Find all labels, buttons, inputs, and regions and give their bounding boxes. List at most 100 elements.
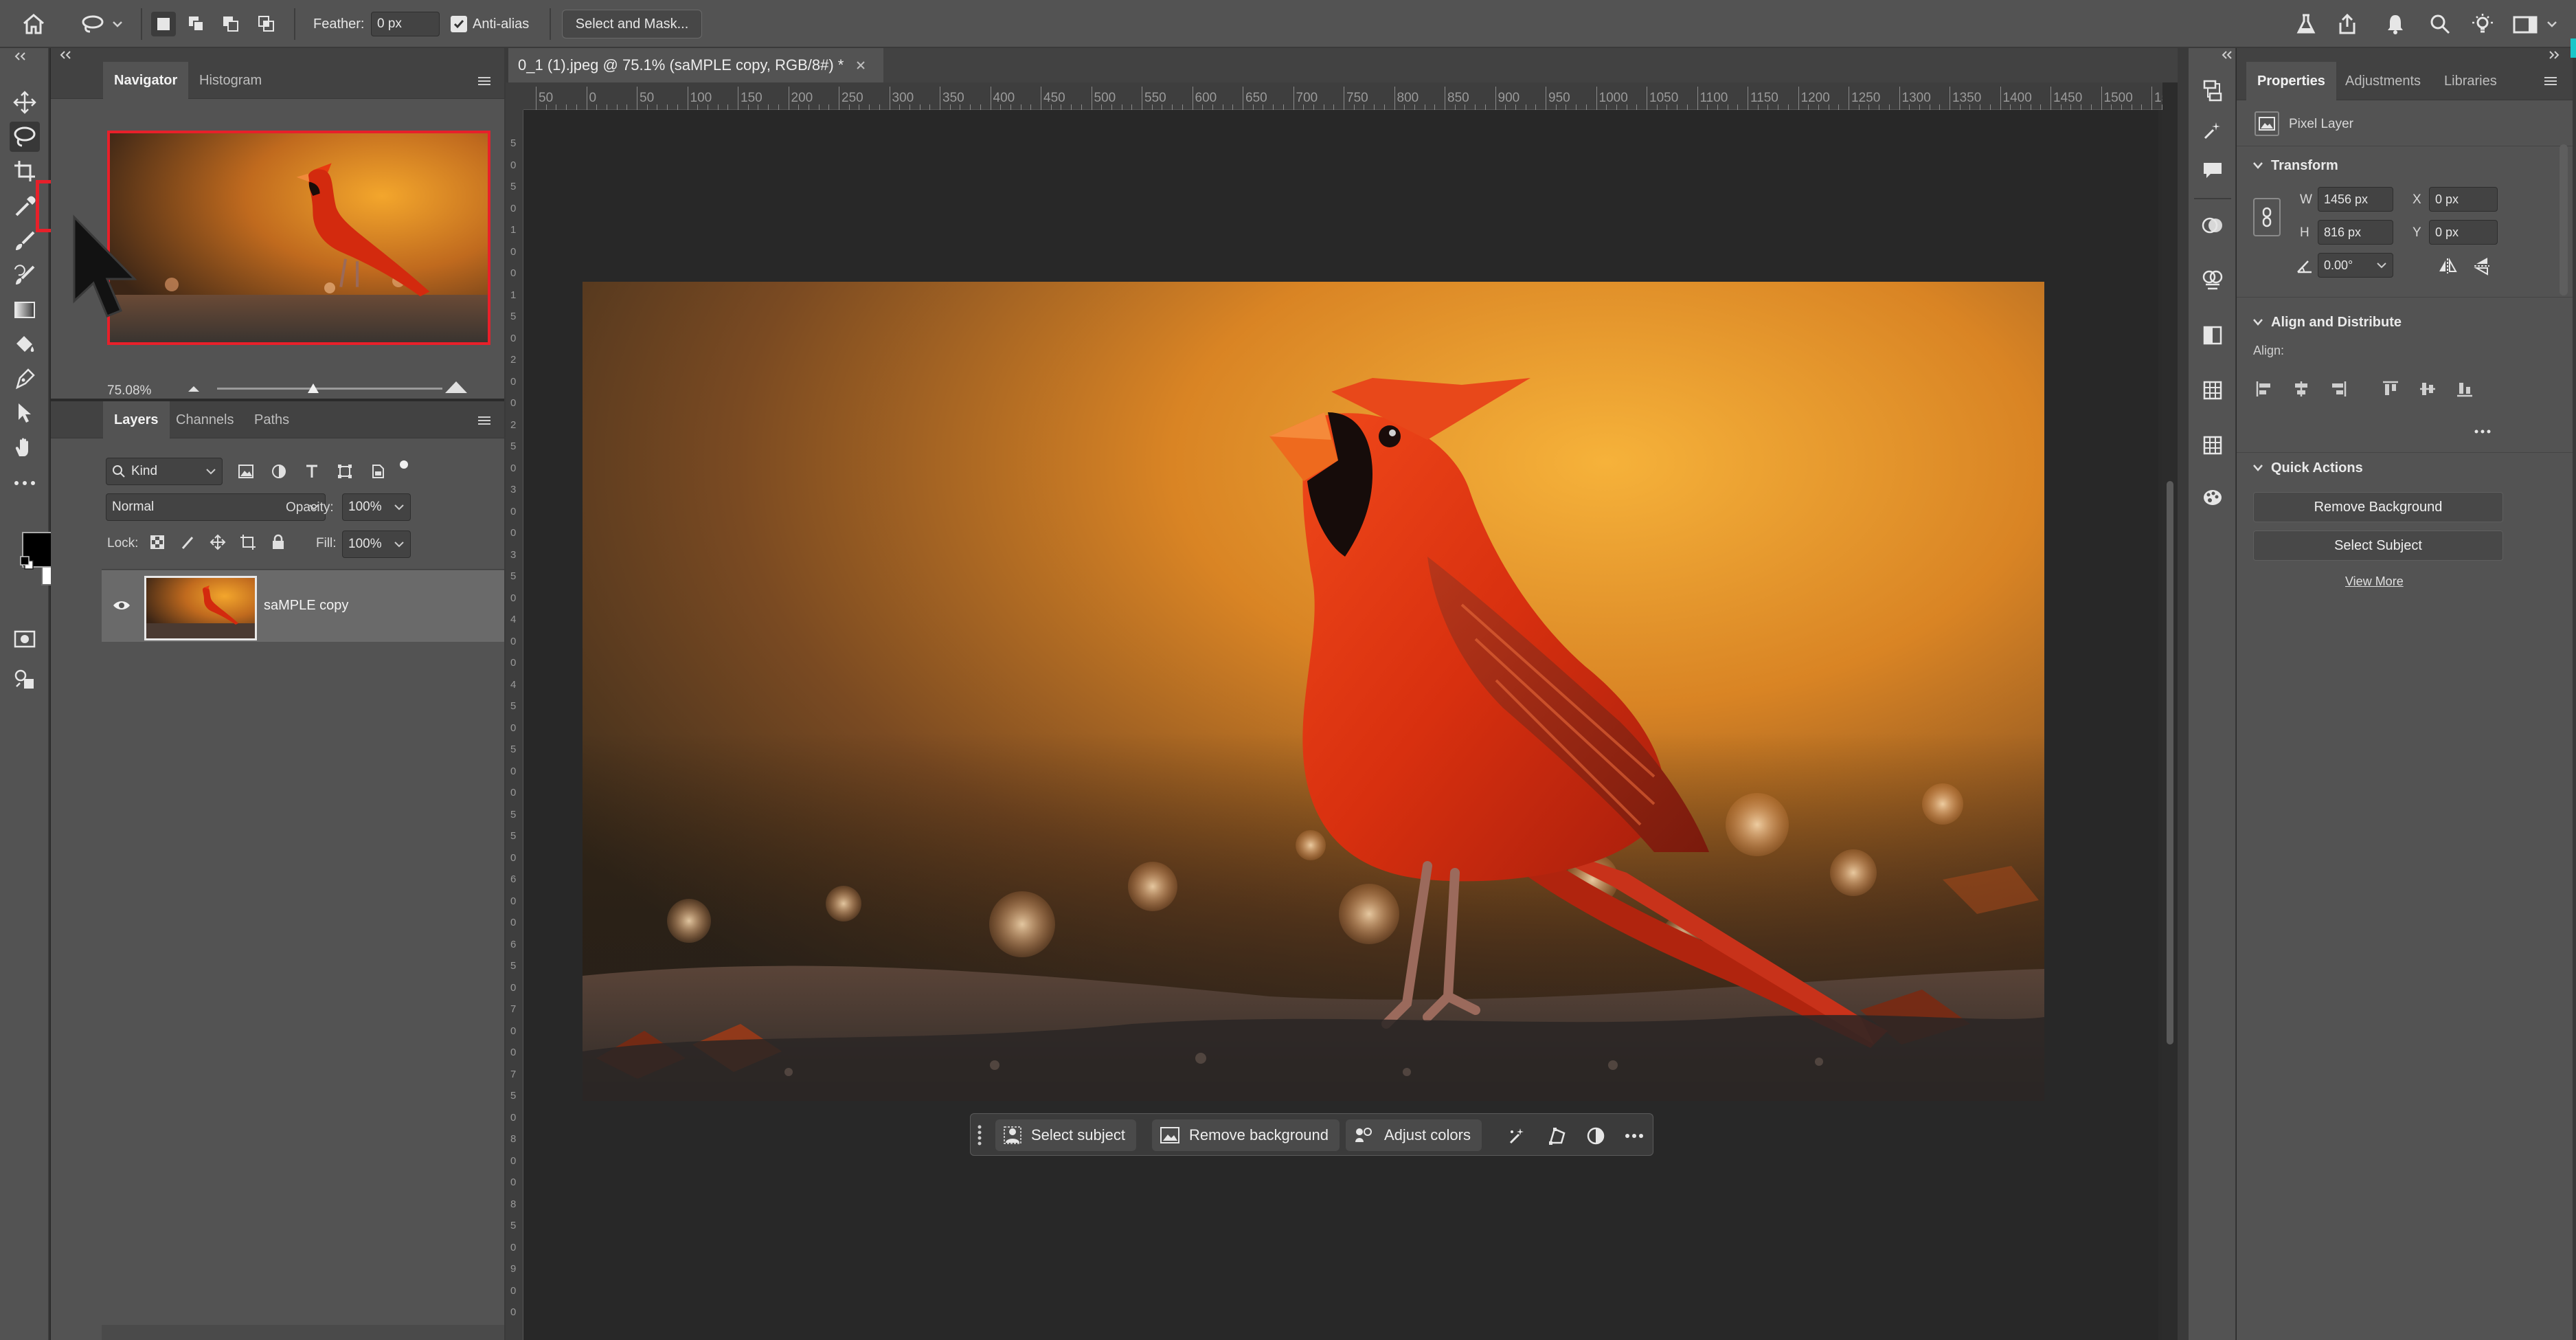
zoom-out-icon[interactable] <box>185 383 202 394</box>
lock-position-icon[interactable] <box>207 532 228 552</box>
x-input[interactable]: 0 px <box>2429 187 2498 212</box>
history-panel-icon[interactable] <box>2197 76 2228 106</box>
notifications-bell-icon[interactable] <box>2380 10 2410 38</box>
fill-bucket-tool-icon[interactable] <box>10 329 40 359</box>
opacity-input[interactable]: 100% <box>342 493 411 521</box>
fill-input[interactable]: 100% <box>342 531 411 558</box>
discover-lightbulb-icon[interactable] <box>2467 10 2498 38</box>
panel-menu-icon[interactable] <box>477 415 492 426</box>
hand-tool-icon[interactable] <box>10 432 40 462</box>
navigator-thumbnail[interactable] <box>107 131 490 345</box>
close-icon[interactable] <box>856 60 866 70</box>
navigator-zoom-value[interactable]: 75.08% <box>107 383 151 399</box>
filter-smart-objects-icon[interactable] <box>367 460 389 482</box>
gradient-tool-icon[interactable] <box>10 295 40 325</box>
align-section-title[interactable]: Align and Distribute <box>2271 315 2402 331</box>
move-tool-icon[interactable] <box>10 87 40 118</box>
pen-tool-icon[interactable] <box>10 364 40 394</box>
layer-filter-kind-select[interactable]: Kind <box>106 458 223 485</box>
visibility-eye-icon[interactable] <box>111 596 132 614</box>
flip-horizontal-icon[interactable] <box>2436 254 2459 278</box>
expand-panels-icon[interactable] <box>2220 49 2234 60</box>
panel-menu-icon[interactable] <box>477 76 492 87</box>
filter-toggle-icon[interactable] <box>396 456 412 473</box>
feather-input[interactable]: 0 px <box>371 12 440 36</box>
tab-channels[interactable]: Channels <box>165 401 245 438</box>
align-horizontal-centers-icon[interactable] <box>2289 377 2314 401</box>
filter-adjustment-layers-icon[interactable] <box>268 460 290 482</box>
lock-image-pixels-icon[interactable] <box>177 532 198 552</box>
mask-icon[interactable] <box>1583 1124 1608 1148</box>
lock-artboard-icon[interactable] <box>238 532 258 552</box>
lock-all-icon[interactable] <box>268 532 289 552</box>
styles-panel-icon[interactable] <box>2197 482 2228 513</box>
align-vertical-centers-icon[interactable] <box>2415 377 2440 401</box>
select-subject-button[interactable]: Select Subject <box>2253 531 2503 561</box>
search-icon[interactable] <box>2425 10 2455 38</box>
generative-fill-icon[interactable] <box>1504 1124 1528 1148</box>
comments-panel-icon[interactable] <box>2197 155 2228 186</box>
lasso-tool-preset-icon[interactable] <box>77 11 125 37</box>
tab-layers[interactable]: Layers <box>103 401 170 438</box>
lock-transparent-pixels-icon[interactable] <box>147 532 168 552</box>
tab-properties[interactable]: Properties <box>2246 62 2336 100</box>
document-image[interactable] <box>583 282 2044 1101</box>
zoom-in-icon[interactable] <box>444 379 468 394</box>
intersect-selection-icon[interactable] <box>254 12 279 36</box>
tab-adjustments[interactable]: Adjustments <box>2334 62 2432 100</box>
tab-paths[interactable]: Paths <box>243 401 300 438</box>
lasso-tool-icon[interactable] <box>10 122 40 152</box>
home-icon[interactable] <box>21 11 47 37</box>
select-and-mask-button[interactable]: Select and Mask... <box>562 10 702 38</box>
path-selection-tool-icon[interactable] <box>10 398 40 428</box>
workspace-switcher-icon[interactable] <box>2509 10 2564 38</box>
view-more-link[interactable]: View More <box>2345 574 2404 589</box>
remove-background-button[interactable]: Remove Background <box>2253 492 2503 522</box>
drag-handle-icon[interactable] <box>976 1124 983 1147</box>
more-align-options-icon[interactable] <box>2470 423 2495 440</box>
filter-pixel-layers-icon[interactable] <box>235 460 257 482</box>
quick-actions-section-title[interactable]: Quick Actions <box>2271 460 2363 476</box>
y-input[interactable]: 0 px <box>2429 220 2498 245</box>
anti-alias-checkbox[interactable] <box>451 16 467 32</box>
chevron-down-icon[interactable] <box>2252 161 2264 170</box>
actions-panel-icon[interactable] <box>2197 115 2228 146</box>
align-left-edges-icon[interactable] <box>2252 377 2276 401</box>
properties-scrollbar[interactable] <box>2560 144 2568 295</box>
align-right-edges-icon[interactable] <box>2326 377 2351 401</box>
swatches-panel-icon[interactable] <box>2197 265 2228 295</box>
flip-vertical-icon[interactable] <box>2470 254 2494 278</box>
filter-shape-layers-icon[interactable] <box>334 460 356 482</box>
select-subject-button[interactable]: Select subject <box>995 1119 1136 1151</box>
navigator-zoom-slider[interactable] <box>217 388 442 390</box>
gradients-panel-icon[interactable] <box>2197 320 2228 350</box>
height-input[interactable]: 816 px <box>2318 220 2393 245</box>
grid-panel-icon[interactable] <box>2197 430 2228 460</box>
brush-tool-icon[interactable] <box>10 226 40 256</box>
remove-background-button[interactable]: Remove background <box>1152 1119 1340 1151</box>
vertical-scrollbar[interactable] <box>2162 82 2178 1340</box>
share-icon[interactable] <box>2332 10 2362 38</box>
add-to-selection-icon[interactable] <box>184 12 209 36</box>
align-top-edges-icon[interactable] <box>2378 377 2403 401</box>
navigator-zoom-thumb[interactable] <box>306 382 320 394</box>
layer-name[interactable]: saMPLE copy <box>264 598 348 614</box>
panel-menu-icon[interactable] <box>2543 76 2558 87</box>
chevron-down-icon[interactable] <box>2252 317 2264 327</box>
transform-icon[interactable] <box>1545 1124 1570 1148</box>
chevron-down-icon[interactable] <box>2252 463 2264 473</box>
history-brush-tool-icon[interactable] <box>10 260 40 291</box>
align-bottom-edges-icon[interactable] <box>2452 377 2477 401</box>
filter-type-layers-icon[interactable] <box>301 460 323 482</box>
quick-mask-icon[interactable] <box>10 624 40 654</box>
tab-libraries[interactable]: Libraries <box>2433 62 2508 100</box>
edit-toolbar-icon[interactable] <box>10 664 40 694</box>
adjust-colors-button[interactable]: Adjust colors <box>1346 1119 1482 1151</box>
more-tools-icon[interactable] <box>10 468 40 498</box>
link-dimensions-icon[interactable] <box>2253 198 2281 236</box>
tab-navigator[interactable]: Navigator <box>103 62 189 99</box>
layer-row[interactable]: saMPLE copy <box>102 570 530 642</box>
document-tab[interactable]: 0_1 (1).jpeg @ 75.1% (saMPLE copy, RGB/8… <box>508 48 884 82</box>
tab-histogram[interactable]: Histogram <box>188 62 273 99</box>
flask-icon[interactable] <box>2291 10 2321 38</box>
